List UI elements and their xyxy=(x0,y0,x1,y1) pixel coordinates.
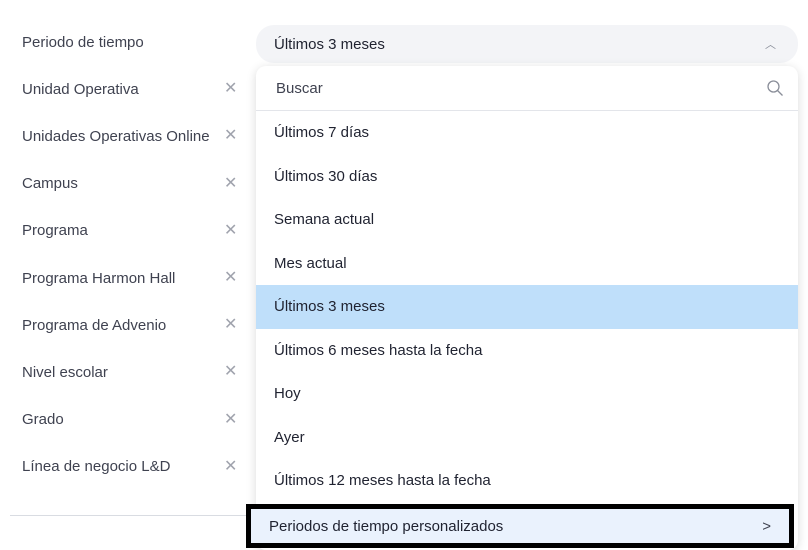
filter-row: Programa de Advenio ✕ xyxy=(22,313,247,337)
chevron-right-icon: > xyxy=(762,517,771,535)
filter-label: Programa de Advenio xyxy=(22,316,167,334)
clear-filter-icon[interactable]: ✕ xyxy=(224,175,237,193)
dropdown-option[interactable]: Hoy xyxy=(256,372,798,416)
filter-label: Grado xyxy=(22,411,64,429)
search-icon[interactable] xyxy=(766,79,784,97)
filter-row: Línea de negocio L&D ✕ xyxy=(22,455,247,479)
dropdown-option[interactable]: Últimos 6 meses hasta la fecha xyxy=(256,329,798,373)
filter-label: Programa xyxy=(22,222,88,240)
filter-label: Programa Harmon Hall xyxy=(22,269,176,287)
clear-filter-icon[interactable]: ✕ xyxy=(224,363,237,381)
clear-filter-icon[interactable]: ✕ xyxy=(224,411,237,429)
clear-filter-icon[interactable]: ✕ xyxy=(224,127,237,145)
dropdown-option[interactable]: Mes actual xyxy=(256,242,798,286)
time-period-value: Últimos 3 meses xyxy=(274,35,385,53)
filter-label: Unidades Operativas Online xyxy=(22,127,210,145)
option-list: Últimos 7 días Últimos 30 días Semana actu… xyxy=(256,111,798,503)
filter-label: Nivel escolar xyxy=(22,363,108,381)
filter-row: Programa Harmon Hall ✕ xyxy=(22,266,247,290)
clear-filter-icon[interactable]: ✕ xyxy=(224,80,237,98)
time-period-dropdown: Últimos 7 díasÚltimos 30 díasSemana actu… xyxy=(256,66,798,550)
clear-filter-icon[interactable]: ✕ xyxy=(224,269,237,287)
dropdown-option[interactable]: Últimos 12 meses hasta la fecha xyxy=(256,459,798,503)
chevron-up-icon[interactable]: ︿ xyxy=(765,36,776,52)
divider xyxy=(10,515,246,516)
clear-filter-icon[interactable]: ✕ xyxy=(224,458,237,476)
filter-row: Nivel escolar ✕ xyxy=(22,360,247,384)
dropdown-option[interactable]: Últimos 7 días xyxy=(256,111,798,155)
filter-row: Campus ✕ xyxy=(22,172,247,196)
filter-row: Periodo de tiempo xyxy=(22,30,247,54)
clear-filter-icon[interactable]: ✕ xyxy=(224,316,237,334)
time-period-select[interactable]: Últimos 3 meses ︿ xyxy=(256,25,798,63)
filter-label: Línea de negocio L&D xyxy=(22,458,171,476)
clear-filter-icon[interactable]: ✕ xyxy=(224,222,237,240)
filter-label: Unidad Operativa xyxy=(22,80,139,98)
dropdown-option[interactable]: Últimos 30 días xyxy=(256,155,798,199)
filter-row: Programa ✕ xyxy=(22,219,247,243)
dropdown-option[interactable]: Semana actual xyxy=(256,198,798,242)
search-bar xyxy=(256,66,798,111)
custom-time-periods-label: Periodos de tiempo personalizados xyxy=(269,517,504,535)
dropdown-option[interactable]: Ayer xyxy=(256,416,798,460)
filter-label: Periodo de tiempo xyxy=(22,33,144,51)
filter-label: Campus xyxy=(22,175,78,193)
filter-row: Unidades Operativas Online ✕ xyxy=(22,124,247,148)
filter-row: Unidad Operativa ✕ xyxy=(22,77,247,101)
custom-time-periods-option[interactable]: Periodos de tiempo personalizados > xyxy=(246,504,794,548)
filter-row: Grado ✕ xyxy=(22,408,247,432)
search-input[interactable] xyxy=(274,78,738,98)
dropdown-option[interactable]: Últimos 3 meses xyxy=(256,285,798,329)
